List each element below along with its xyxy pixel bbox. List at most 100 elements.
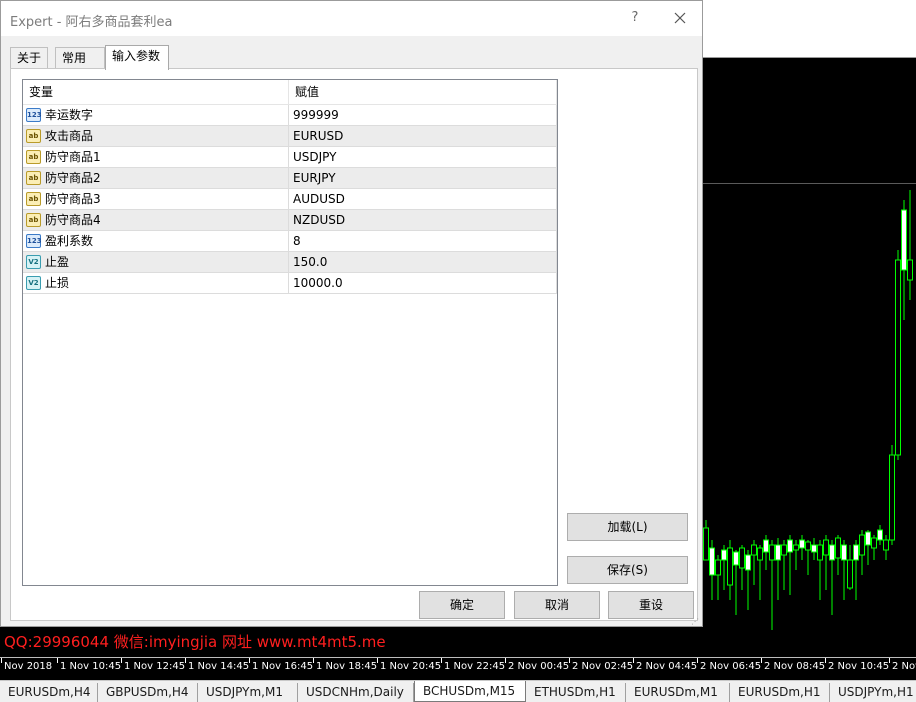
string-param-icon: ab — [26, 192, 41, 206]
time-tick-label: Nov 2018 — [0, 658, 53, 672]
time-tick-label: 2 Nov 02:45 — [568, 658, 634, 672]
param-name-cell[interactable]: ab 防守商品2 — [23, 168, 289, 188]
table-row[interactable]: V2 止损 10000.0 — [23, 273, 557, 294]
candlestick — [901, 200, 907, 320]
candlestick — [817, 540, 823, 600]
cancel-button[interactable]: 取消 — [514, 591, 600, 619]
chart-tab[interactable]: USDJPYm,H1 — [830, 683, 916, 702]
table-row[interactable]: ab 攻击商品 EURUSD — [23, 126, 557, 147]
chart-tab[interactable]: GBPUSDm,H4 — [98, 683, 198, 702]
candlestick — [739, 545, 745, 590]
ok-button[interactable]: 确定 — [419, 591, 505, 619]
param-name: 防守商品3 — [45, 192, 101, 206]
reset-button[interactable]: 重设 — [608, 591, 694, 619]
param-name: 幸运数字 — [45, 108, 94, 122]
chart-tab[interactable]: USDCNHm,Daily — [298, 683, 414, 702]
param-name-cell[interactable]: ab 攻击商品 — [23, 126, 289, 146]
candlestick — [751, 540, 757, 585]
time-tick-label: 2 Nov — [888, 658, 916, 672]
param-value-cell[interactable]: 999999 — [289, 105, 557, 125]
inputs-panel: 变量 赋值 123 幸运数字 999999 ab 攻击商品 EURUSD ab 防守商品1 US… — [10, 68, 698, 621]
param-name-cell[interactable]: ab 防守商品3 — [23, 189, 289, 209]
param-name: 防守商品4 — [45, 213, 101, 227]
param-name-cell[interactable]: 123 盈利系数 — [23, 231, 289, 251]
tab-inputs[interactable]: 输入参数 — [105, 45, 169, 70]
candlestick — [853, 540, 859, 600]
help-button[interactable]: ? — [624, 8, 646, 28]
param-name-cell[interactable]: ab 防守商品1 — [23, 147, 289, 167]
candlestick — [769, 540, 775, 630]
load-button[interactable]: 加载(L) — [567, 513, 688, 541]
chart-tab[interactable]: EURUSDm,M1 — [626, 683, 730, 702]
param-value: 10000.0 — [293, 276, 343, 290]
param-value-cell[interactable]: EURUSD — [289, 126, 557, 146]
column-header-variable[interactable]: 变量 — [23, 80, 289, 105]
column-header-value[interactable]: 赋值 — [289, 80, 557, 105]
save-button[interactable]: 保存(S) — [567, 556, 688, 584]
resize-grip-icon[interactable]: ⋰ — [691, 618, 701, 626]
candlestick — [703, 520, 709, 561]
table-row[interactable]: ab 防守商品2 EURJPY — [23, 168, 557, 189]
candlestick — [733, 550, 739, 615]
param-value: 8 — [293, 234, 301, 248]
candlestick — [787, 535, 793, 595]
string-param-icon: ab — [26, 171, 41, 185]
chart-tab[interactable]: BCHUSDm,M15 — [414, 681, 526, 702]
candlestick — [847, 545, 853, 590]
chart-tab[interactable]: USDJPYm,M1 — [198, 683, 298, 702]
param-name: 盈利系数 — [45, 234, 94, 248]
chart-tab[interactable]: EURUSDm,H1 — [730, 683, 830, 702]
time-tick-label: 1 Nov 14:45 — [184, 658, 250, 672]
time-tick-label: 2 Nov 04:45 — [632, 658, 698, 672]
candlestick — [727, 540, 733, 600]
time-tick-label: 1 Nov 12:45 — [120, 658, 186, 672]
candlestick — [895, 250, 901, 460]
param-name-cell[interactable]: V2 止盈 — [23, 252, 289, 272]
integer-param-icon: 123 — [26, 108, 42, 122]
table-row[interactable]: ab 防守商品3 AUDUSD — [23, 189, 557, 210]
time-tick-label: 2 Nov 08:45 — [760, 658, 826, 672]
dialog-titlebar[interactable]: Expert - 阿右多商品套利ea ? — [1, 1, 702, 36]
time-tick-label: 1 Nov 22:45 — [440, 658, 506, 672]
param-value-cell[interactable]: EURJPY — [289, 168, 557, 188]
param-value-cell[interactable]: NZDUSD — [289, 210, 557, 230]
candlestick — [865, 530, 871, 565]
time-tick-label: 2 Nov 06:45 — [696, 658, 762, 672]
param-value-cell[interactable]: AUDUSD — [289, 189, 557, 209]
string-param-icon: ab — [26, 129, 41, 143]
candlestick — [763, 535, 769, 570]
time-tick-label: 1 Nov 10:45 — [56, 658, 122, 672]
table-header: 变量 赋值 — [23, 80, 557, 105]
param-value: EURJPY — [293, 171, 336, 185]
candlestick — [829, 540, 835, 615]
param-name-cell[interactable]: ab 防守商品4 — [23, 210, 289, 230]
param-value-cell[interactable]: 10000.0 — [289, 273, 557, 293]
candlestick — [841, 540, 847, 600]
param-value: 150.0 — [293, 255, 328, 269]
chart-tab-bar: EURUSDm,H4 GBPUSDm,H4 USDJPYm,M1 USDCNHm,Da… — [0, 680, 916, 702]
table-row[interactable]: 123 幸运数字 999999 — [23, 105, 557, 126]
param-name-cell[interactable]: V2 止损 — [23, 273, 289, 293]
param-value-cell[interactable]: 8 — [289, 231, 557, 251]
candlestick — [781, 540, 787, 590]
close-button[interactable] — [666, 6, 694, 30]
candlestick — [883, 535, 889, 560]
double-param-icon: V2 — [26, 255, 41, 269]
tab-common[interactable]: 常用 — [55, 47, 105, 69]
time-tick-label: 1 Nov 20:45 — [376, 658, 442, 672]
param-name-cell[interactable]: 123 幸运数字 — [23, 105, 289, 125]
chart-tab[interactable]: EURUSDm,H4 — [0, 683, 98, 702]
tab-about[interactable]: 关于 — [10, 47, 48, 69]
param-value-cell[interactable]: USDJPY — [289, 147, 557, 167]
table-row[interactable]: ab 防守商品1 USDJPY — [23, 147, 557, 168]
chart-tab[interactable]: ETHUSDm,H1 — [526, 683, 626, 702]
table-row[interactable]: V2 止盈 150.0 — [23, 252, 557, 273]
close-icon — [674, 12, 686, 24]
param-name: 防守商品1 — [45, 150, 101, 164]
table-row[interactable]: 123 盈利系数 8 — [23, 231, 557, 252]
table-row[interactable]: ab 防守商品4 NZDUSD — [23, 210, 557, 231]
dialog-title: Expert - 阿右多商品套利ea — [10, 15, 173, 30]
candlestick — [757, 545, 763, 600]
candlestick — [823, 535, 829, 590]
param-value-cell[interactable]: 150.0 — [289, 252, 557, 272]
